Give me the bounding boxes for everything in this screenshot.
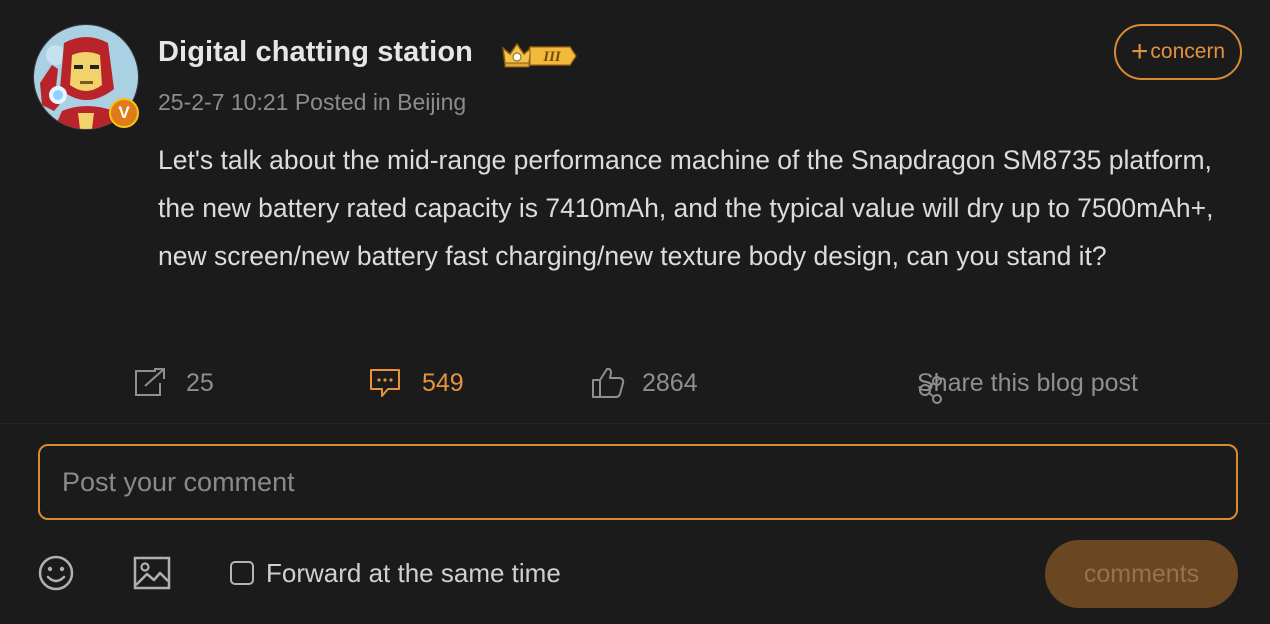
emoji-icon xyxy=(38,555,74,591)
comment-button[interactable]: 549 xyxy=(368,360,464,406)
image-icon xyxy=(133,556,171,590)
author-name[interactable]: Digital chatting station xyxy=(158,36,473,69)
follow-button[interactable]: + concern xyxy=(1114,24,1242,80)
like-button[interactable]: 2864 xyxy=(590,360,698,406)
post-location: Posted in Beijing xyxy=(294,89,467,115)
divider xyxy=(0,423,1270,424)
follow-button-label: concern xyxy=(1150,40,1226,63)
rank-badge-label: III xyxy=(542,49,562,65)
post-meta: 25-2-7 10:21 Posted in Beijing xyxy=(158,89,466,116)
forward-label: Forward at the same time xyxy=(266,557,561,588)
post-body: Let's talk about the mid-range performan… xyxy=(158,145,1214,271)
rank-badge: III xyxy=(500,38,578,70)
avatar[interactable]: V xyxy=(33,24,139,130)
repost-icon xyxy=(135,368,165,396)
image-button[interactable] xyxy=(132,555,172,596)
action-bar: 25 549 2864 Share this blog post xyxy=(0,360,1270,406)
checkbox-box[interactable] xyxy=(230,561,254,585)
plus-icon: + xyxy=(1130,35,1149,68)
comment-input[interactable] xyxy=(38,444,1238,520)
share-button[interactable]: Share this blog post xyxy=(917,360,1138,406)
repost-count: 25 xyxy=(186,368,214,397)
emoji-button[interactable] xyxy=(37,554,75,597)
submit-comment-button[interactable]: comments xyxy=(1045,540,1238,608)
forward-checkbox[interactable]: Forward at the same time xyxy=(230,556,561,590)
weibo-post-card: V Digital chatting station III 25-2-7 10… xyxy=(0,0,1270,624)
crown-icon: III xyxy=(502,42,577,68)
thumbs-up-icon xyxy=(592,367,625,398)
comment-count: 549 xyxy=(422,368,464,397)
verified-badge: V xyxy=(109,98,139,128)
share-label: Share this blog post xyxy=(917,368,1138,397)
comment-icon xyxy=(370,369,400,397)
like-count: 2864 xyxy=(642,368,698,397)
post-timestamp: 25-2-7 10:21 xyxy=(158,89,289,115)
share-icon xyxy=(919,375,942,404)
repost-button[interactable]: 25 xyxy=(132,360,214,406)
